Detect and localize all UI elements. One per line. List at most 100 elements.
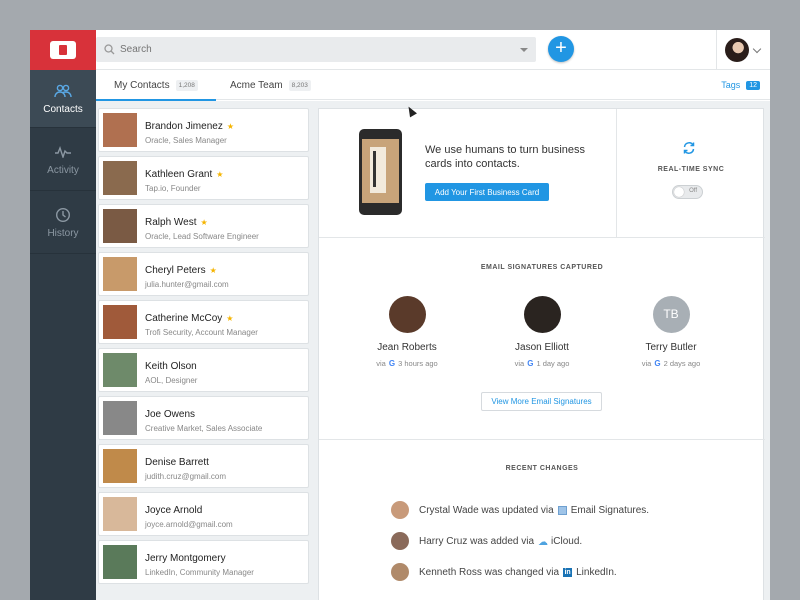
- star-icon: ★: [226, 313, 234, 323]
- section-title: EMAIL SIGNATURES CAPTURED: [480, 264, 604, 271]
- signature-name: Jason Elliott: [515, 342, 569, 353]
- avatar: [391, 501, 409, 519]
- contact-subtitle: Oracle, Sales Manager: [145, 135, 227, 145]
- star-icon: ★: [200, 217, 208, 227]
- add-contact-button[interactable]: +: [548, 36, 574, 62]
- avatar: [523, 296, 561, 333]
- contact-card[interactable]: Joyce Arnold joyce.arnold@gmail.com: [98, 492, 309, 536]
- tab-count-badge: 1,208: [175, 79, 198, 91]
- recent-change-item: Kenneth Ross was changed via in LinkedIn.: [391, 563, 617, 581]
- contact-card[interactable]: Keith Olson AOL, Designer: [98, 348, 309, 392]
- signature-time: 1 day ago: [536, 359, 570, 368]
- contact-subtitle: AOL, Designer: [145, 375, 198, 385]
- sidebar-item-label: History: [47, 227, 79, 239]
- contact-list: Brandon Jimenez ★ Oracle, Sales Manager Kat…: [98, 108, 309, 588]
- search-bar[interactable]: [96, 37, 536, 62]
- contact-name: Catherine McCoy: [145, 312, 223, 324]
- change-text: Harry Cruz was added via: [419, 535, 535, 547]
- contact-card[interactable]: Brandon Jimenez ★ Oracle, Sales Manager: [98, 108, 309, 152]
- avatar: [388, 296, 426, 333]
- sidebar-item-contacts[interactable]: Contacts: [30, 70, 96, 128]
- search-input[interactable]: [120, 44, 500, 55]
- tab-bar: My Contacts 1,208 Acme Team 8,203 Tags 1…: [96, 70, 770, 101]
- sidebar: Contacts Activity History: [30, 30, 96, 600]
- tab-my-contacts[interactable]: My Contacts 1,208: [96, 70, 216, 101]
- avatar: TB: [652, 296, 690, 333]
- signature-time: 3 hours ago: [398, 359, 438, 368]
- contact-subtitle: LinkedIn, Community Manager: [145, 567, 254, 577]
- avatar: [391, 532, 409, 550]
- sidebar-item-history[interactable]: History: [30, 191, 96, 254]
- contact-photo: [103, 161, 137, 195]
- signature-time: 2 days ago: [663, 359, 701, 368]
- tags-count-badge: 12: [746, 80, 760, 90]
- contact-name: Kathleen Grant: [145, 168, 213, 180]
- signature-name: Terry Butler: [645, 342, 697, 353]
- search-icon: [104, 44, 115, 55]
- google-icon: G: [388, 359, 396, 368]
- divider: [716, 30, 717, 70]
- view-more-signatures-button[interactable]: View More Email Signatures: [481, 392, 602, 411]
- user-avatar[interactable]: [725, 38, 749, 62]
- contact-subtitle: judith.cruz@gmail.com: [145, 471, 227, 481]
- tags-label: Tags: [721, 80, 741, 90]
- contact-photo: [103, 401, 137, 435]
- business-card-section: We use humans to turn business cards int…: [319, 109, 765, 238]
- star-icon: ★: [216, 169, 224, 179]
- recent-change-item: Crystal Wade was updated via Email Signat…: [391, 501, 649, 519]
- signature-contact[interactable]: Jason Elliott via G 1 day ago: [487, 296, 597, 368]
- main-content: Brandon Jimenez ★ Oracle, Sales Manager Kat…: [96, 101, 770, 600]
- sidebar-item-activity[interactable]: Activity: [30, 128, 96, 191]
- contact-photo: [103, 257, 137, 291]
- contact-card[interactable]: Ralph West ★ Oracle, Lead Software Enginee…: [98, 204, 309, 248]
- search-dropdown-icon[interactable]: [520, 48, 528, 52]
- signature-contact[interactable]: TB Terry Butler via G 2 days ago: [616, 296, 726, 368]
- email-signatures-section: EMAIL SIGNATURES CAPTURED Jean Roberts vi…: [319, 239, 765, 440]
- change-text: Crystal Wade was updated via: [419, 504, 554, 516]
- linkedin-icon: in: [563, 567, 573, 577]
- contact-card[interactable]: Cheryl Peters ★ julia.hunter@gmail.com: [98, 252, 309, 296]
- via-label: via: [641, 359, 652, 368]
- add-business-card-button[interactable]: Add Your First Business Card: [425, 183, 549, 201]
- logo-icon: [50, 41, 76, 59]
- contact-photo: [103, 113, 137, 147]
- clock-icon: [55, 206, 71, 224]
- chevron-down-icon[interactable]: [752, 44, 762, 54]
- detail-panel: We use humans to turn business cards int…: [318, 108, 765, 600]
- signature-name: Jean Roberts: [377, 342, 437, 353]
- toggle-label: Off: [689, 188, 697, 194]
- toggle-knob: [674, 187, 684, 197]
- sidebar-item-label: Activity: [47, 164, 79, 176]
- contact-card[interactable]: Joe Owens Creative Market, Sales Associat…: [98, 396, 309, 440]
- via-label: via: [514, 359, 525, 368]
- email-icon: [557, 505, 567, 515]
- icloud-icon: ☁: [538, 536, 549, 548]
- contact-name: Joyce Arnold: [145, 504, 203, 516]
- sync-icon: [683, 142, 695, 154]
- contact-card[interactable]: Catherine McCoy ★ Trofi Security, Account …: [98, 300, 309, 344]
- app-logo[interactable]: [30, 30, 96, 70]
- contact-name: Jerry Montgomery: [145, 552, 226, 564]
- contact-subtitle: Oracle, Lead Software Engineer: [145, 231, 259, 241]
- contact-card[interactable]: Jerry Montgomery LinkedIn, Community Mana…: [98, 540, 309, 584]
- contact-card[interactable]: Kathleen Grant ★ Tap.io, Founder: [98, 156, 309, 200]
- contact-card[interactable]: Denise Barrett judith.cruz@gmail.com: [98, 444, 309, 488]
- app-window: Contacts Activity History + My Conta: [30, 30, 770, 600]
- business-card-message: We use humans to turn business cards int…: [425, 144, 585, 170]
- change-source: LinkedIn.: [576, 566, 617, 578]
- contact-name: Joe Owens: [145, 408, 196, 420]
- contact-name: Denise Barrett: [145, 456, 209, 468]
- sync-toggle[interactable]: Off: [672, 185, 703, 199]
- contact-subtitle: Trofi Security, Account Manager: [145, 327, 258, 337]
- plus-icon: +: [555, 37, 567, 59]
- change-text: Kenneth Ross was changed via: [419, 566, 560, 578]
- contact-subtitle: joyce.arnold@gmail.com: [145, 519, 233, 529]
- contact-photo: [103, 353, 137, 387]
- phone-illustration: [359, 129, 402, 215]
- contact-photo: [103, 209, 137, 243]
- tab-acme-team[interactable]: Acme Team 8,203: [230, 70, 311, 100]
- signature-contact[interactable]: Jean Roberts via G 3 hours ago: [352, 296, 462, 368]
- contact-subtitle: Creative Market, Sales Associate: [145, 423, 263, 433]
- tags-link[interactable]: Tags 12: [721, 70, 760, 100]
- recent-change-item: Harry Cruz was added via ☁ iCloud.: [391, 532, 582, 550]
